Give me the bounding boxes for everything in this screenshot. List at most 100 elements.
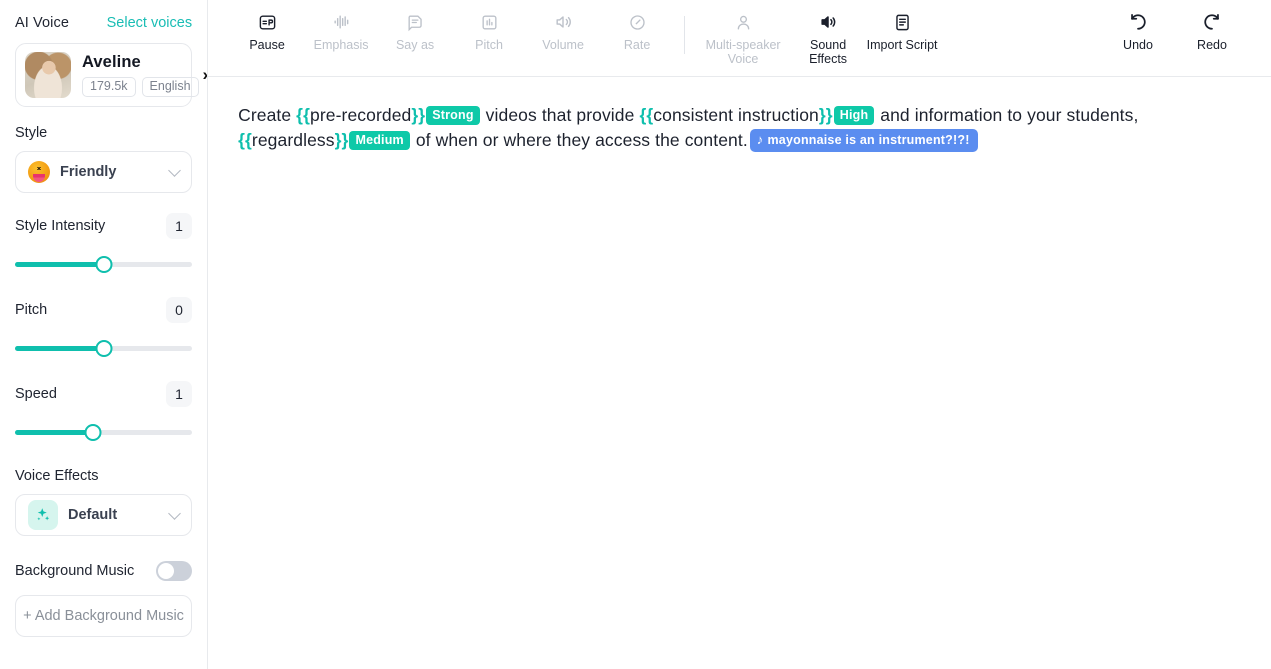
voice-usage-badge: 179.5k	[82, 76, 136, 98]
voice-language-badge: English	[141, 76, 199, 98]
import-script-document-icon	[893, 11, 912, 33]
toolbar-item-import-script[interactable]: Import Script	[865, 6, 939, 62]
add-background-music-button[interactable]: + Add Background Music	[15, 595, 193, 637]
rate-gauge-icon	[628, 11, 647, 33]
toolbar-label: Volume	[542, 38, 584, 52]
chevron-down-icon[interactable]	[168, 163, 181, 177]
selected-voice-card[interactable]: Aveline 179.5k English ›	[15, 43, 207, 107]
toolbar-label: Pause	[249, 38, 285, 52]
toolbar-label: Emphasis	[313, 38, 369, 52]
voice-name: Aveline	[82, 52, 141, 71]
ai-voice-label: AI Voice	[15, 15, 69, 31]
editor-panel: Pause Emphasis Say as Pitch Volume Rate …	[208, 0, 1271, 669]
speed-header: Speed 1	[15, 381, 193, 407]
avatar	[25, 52, 71, 98]
toolbar-label: Import Script	[866, 38, 938, 52]
squinting-face-with-tongue-icon	[28, 161, 50, 183]
chevron-down-icon[interactable]	[168, 506, 181, 520]
background-music-label: Background Music	[15, 563, 135, 579]
pitch-slider[interactable]	[15, 340, 193, 358]
sound-effect-chip[interactable]: ♪ mayonnaise is an instrument?!?!	[749, 129, 978, 152]
style-select[interactable]: Friendly	[15, 151, 193, 193]
script-brace: {{	[639, 105, 654, 125]
voice-settings-sidebar: AI Voice Select voices Aveline 179.5k En…	[0, 0, 209, 669]
speed-section: Speed 1	[15, 381, 193, 442]
say-as-document-icon	[406, 11, 425, 33]
redo-icon	[1201, 11, 1223, 33]
style-selected-value: Friendly	[60, 164, 117, 180]
toolbar-item-sound-effects[interactable]: Sound Effects	[791, 6, 865, 66]
pitch-label: Pitch	[15, 302, 48, 318]
pause-tag-icon	[258, 11, 277, 33]
voice-effects-selected-value: Default	[68, 507, 118, 523]
script-brace: }}	[818, 105, 833, 125]
style-intensity-slider[interactable]	[15, 256, 193, 274]
ssml-toolbar: Pause Emphasis Say as Pitch Volume Rate …	[208, 0, 1271, 77]
toggle-knob	[158, 563, 175, 579]
voice-meta: Aveline 179.5k English	[82, 53, 199, 98]
script-editor[interactable]: Create {{pre-recorded}} Strong videos tha…	[208, 77, 1271, 153]
style-section: Style Friendly	[15, 125, 193, 193]
style-label: Style	[15, 125, 48, 141]
script-text-run: of when or where they access the content…	[410, 130, 748, 150]
speed-label: Speed	[15, 386, 57, 402]
slider-thumb[interactable]	[95, 340, 113, 357]
slider-fill	[15, 346, 104, 351]
script-text[interactable]: Create {{pre-recorded}} Strong videos tha…	[238, 103, 1205, 153]
ssml-tag-chip[interactable]: Strong	[426, 106, 480, 125]
script-text-run: Create	[238, 105, 297, 125]
pitch-section: Pitch 0	[15, 297, 193, 358]
script-text-run: and information to your students,	[875, 105, 1139, 125]
slider-thumb[interactable]	[84, 424, 102, 441]
toolbar-item-pause[interactable]: Pause	[230, 6, 304, 62]
person-icon	[734, 11, 753, 33]
toolbar-item-pitch[interactable]: Pitch	[452, 6, 526, 62]
script-text-run: consistent instruction	[653, 105, 819, 125]
toolbar-item-say-as[interactable]: Say as	[378, 6, 452, 62]
script-text-run: pre-recorded	[310, 105, 412, 125]
voice-effects-select[interactable]: Default	[15, 494, 193, 536]
select-voices-link[interactable]: Select voices	[107, 15, 192, 31]
script-brace: {{	[296, 105, 310, 125]
toolbar-item-rate[interactable]: Rate	[600, 6, 674, 62]
pitch-value: 0	[166, 297, 193, 323]
toolbar-label: Pitch	[475, 38, 503, 52]
pitch-bars-icon	[480, 11, 499, 33]
script-text-run: videos that provide	[480, 105, 640, 125]
undo-button[interactable]: Undo	[1101, 6, 1175, 62]
slider-fill	[15, 262, 104, 267]
script-brace: }}	[334, 130, 349, 150]
app-root: AI Voice Select voices Aveline 179.5k En…	[0, 0, 1271, 669]
toolbar-divider	[684, 16, 686, 54]
speed-value: 1	[166, 381, 193, 407]
background-music-toggle[interactable]	[156, 561, 193, 581]
ai-voice-header: AI Voice Select voices	[15, 12, 192, 34]
undo-label: Undo	[1123, 38, 1153, 52]
voice-badges: 179.5k English	[82, 76, 199, 98]
chevron-right-icon[interactable]: ›	[199, 65, 208, 85]
toolbar-label: Sound Effects	[809, 38, 848, 66]
emphasis-waveform-icon	[331, 11, 351, 33]
toolbar-item-volume[interactable]: Volume	[526, 6, 600, 62]
redo-label: Redo	[1197, 38, 1227, 52]
music-note-icon: ♪	[756, 132, 764, 147]
slider-thumb[interactable]	[95, 256, 113, 273]
volume-speaker-icon	[553, 11, 573, 33]
background-music-header: Background Music	[15, 560, 193, 582]
toolbar-label: Say as	[395, 38, 435, 52]
script-brace: {{	[238, 130, 252, 150]
voice-effects-label: Voice Effects	[15, 468, 99, 484]
style-intensity-header: Style Intensity 1	[15, 213, 193, 239]
redo-button[interactable]: Redo	[1175, 6, 1249, 62]
sound-effects-speaker-icon	[818, 11, 838, 33]
script-brace: }}	[411, 105, 426, 125]
style-intensity-section: Style Intensity 1	[15, 213, 193, 274]
ssml-tag-chip[interactable]: Medium	[349, 131, 410, 150]
toolbar-item-multi-speaker-voice[interactable]: Multi-speaker Voice	[695, 6, 791, 66]
toolbar-item-emphasis[interactable]: Emphasis	[304, 6, 378, 62]
pitch-header: Pitch 0	[15, 297, 193, 323]
speed-slider[interactable]	[15, 424, 193, 442]
toolbar-label: Rate	[623, 38, 651, 52]
ssml-tag-chip[interactable]: High	[833, 106, 875, 125]
undo-icon	[1127, 11, 1149, 33]
